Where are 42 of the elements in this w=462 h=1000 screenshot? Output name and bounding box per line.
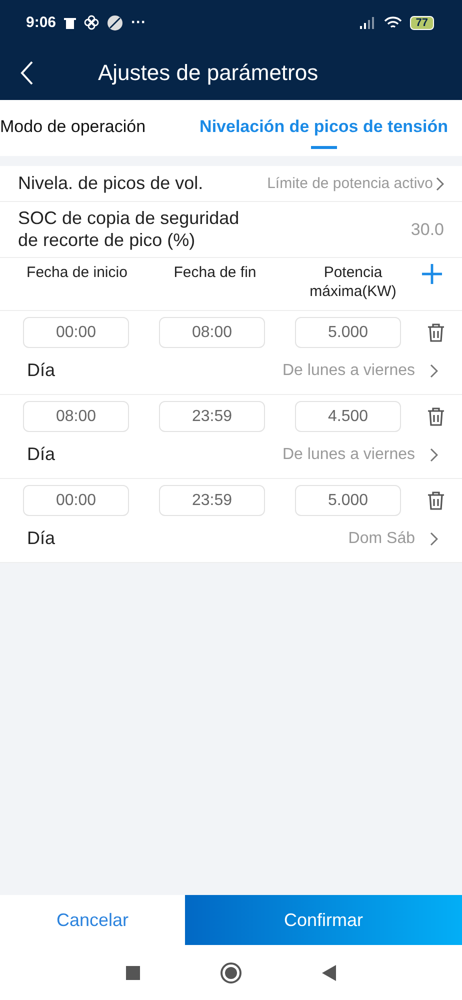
power-field[interactable]: 5.000 bbox=[295, 485, 401, 516]
back-icon[interactable] bbox=[20, 60, 34, 84]
day-label: Día bbox=[27, 360, 56, 382]
setting-value: 30.0 bbox=[410, 220, 444, 240]
setting-label: SOC de copia de seguridad de recorte de pico (%) bbox=[18, 208, 240, 252]
start-time-field[interactable]: 00:00 bbox=[23, 485, 129, 516]
column-header: Potencia máxima(KW) bbox=[308, 264, 398, 302]
chevron-icon bbox=[429, 448, 438, 462]
recents-icon[interactable] bbox=[126, 966, 140, 980]
end-time-field[interactable]: 23:59 bbox=[159, 401, 265, 432]
more-indicator: ··· bbox=[131, 14, 146, 31]
column-header: Fecha de fin bbox=[172, 264, 258, 284]
page-title: Ajustes de parámetros bbox=[98, 60, 318, 86]
wifi-icon bbox=[384, 16, 402, 30]
end-time-field[interactable]: 08:00 bbox=[159, 317, 265, 348]
confirm-button[interactable]: Confirmar bbox=[185, 895, 462, 945]
start-time-field[interactable]: 00:00 bbox=[23, 317, 129, 348]
tab[interactable]: Nivelación de picos de tensión bbox=[200, 107, 448, 149]
column-header: Fecha de inicio bbox=[26, 264, 128, 284]
setting-label: Nivela. de picos de vol. bbox=[18, 172, 204, 194]
battery-indicator: 77 bbox=[410, 16, 434, 30]
clock: 9:06 bbox=[26, 14, 56, 31]
power-field[interactable]: 5.000 bbox=[295, 317, 401, 348]
home-icon[interactable] bbox=[220, 962, 242, 984]
chevron-icon bbox=[429, 532, 438, 546]
day-label: Día bbox=[27, 444, 56, 466]
trash-icon bbox=[64, 16, 76, 29]
chevron-icon bbox=[429, 364, 438, 378]
chevron-icon bbox=[435, 176, 444, 190]
end-time-field[interactable]: 23:59 bbox=[159, 485, 265, 516]
day-label: Día bbox=[27, 528, 56, 550]
power-field[interactable]: 4.500 bbox=[295, 401, 401, 432]
fan-icon bbox=[84, 15, 100, 30]
back-icon[interactable] bbox=[322, 964, 336, 980]
signal-icon bbox=[360, 16, 376, 28]
disc-icon bbox=[107, 14, 124, 30]
start-time-field[interactable]: 08:00 bbox=[23, 401, 129, 432]
add-icon[interactable] bbox=[422, 264, 442, 284]
trash-icon[interactable] bbox=[427, 406, 445, 427]
tab[interactable]: Modo de operación bbox=[0, 107, 146, 149]
trash-icon[interactable] bbox=[427, 490, 445, 511]
trash-icon[interactable] bbox=[427, 322, 445, 343]
